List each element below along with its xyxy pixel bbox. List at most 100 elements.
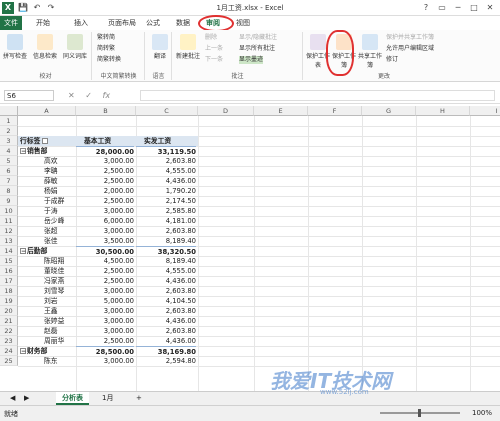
- collapse-icon[interactable]: −: [20, 248, 26, 255]
- tab-data[interactable]: 数据: [176, 18, 190, 28]
- spell-check-button[interactable]: 拼写检查: [1, 34, 29, 60]
- row-header-19[interactable]: 19: [0, 296, 18, 306]
- minimize-button[interactable]: ─: [450, 1, 466, 14]
- row-header-5[interactable]: 5: [0, 156, 18, 166]
- column-header-e[interactable]: E: [254, 106, 308, 116]
- row-header-20[interactable]: 20: [0, 306, 18, 316]
- row-header-22[interactable]: 22: [0, 326, 18, 336]
- row-header-8[interactable]: 8: [0, 186, 18, 196]
- row-header-2[interactable]: 2: [0, 126, 18, 136]
- traditional-to-simplified-button[interactable]: 繁转简: [97, 34, 115, 42]
- column-header-i[interactable]: I: [470, 106, 500, 116]
- employee-name: 王鑫: [44, 307, 58, 315]
- collapse-icon[interactable]: −: [20, 148, 26, 155]
- column-header-f[interactable]: F: [308, 106, 362, 116]
- row-header-7[interactable]: 7: [0, 176, 18, 186]
- protect-and-share-button[interactable]: 保护并共享工作簿: [386, 34, 434, 42]
- show-ink-button[interactable]: 显示墨迹: [239, 56, 264, 64]
- formula-input[interactable]: [140, 90, 495, 101]
- enter-icon[interactable]: ✓: [85, 91, 92, 100]
- column-header-a[interactable]: A: [18, 106, 76, 116]
- track-changes-button[interactable]: 修订: [386, 56, 398, 64]
- simplified-to-traditional-button[interactable]: 简转繁: [97, 45, 115, 53]
- pivot-header-row-labels[interactable]: 行标签: [20, 136, 76, 146]
- show-hide-comment-button[interactable]: 显示/隐藏批注: [239, 34, 277, 42]
- pivot-base-value: 30,500.00: [76, 246, 134, 256]
- tab-file[interactable]: 文件: [0, 16, 22, 30]
- row-header-17[interactable]: 17: [0, 276, 18, 286]
- employee-name: 张婷益: [44, 317, 65, 325]
- tab-home[interactable]: 开始: [36, 18, 50, 28]
- convert-button[interactable]: 简繁转换: [97, 56, 121, 64]
- previous-comment-button[interactable]: 上一条: [205, 45, 223, 53]
- column-header-b[interactable]: B: [76, 106, 136, 116]
- tab-page-layout[interactable]: 页面布局: [108, 18, 136, 28]
- research-button[interactable]: 信息检索: [31, 34, 59, 60]
- help-button[interactable]: ?: [418, 1, 434, 14]
- row-header-24[interactable]: 24: [0, 346, 18, 356]
- undo-icon[interactable]: ↶: [32, 3, 42, 13]
- pivot-base-value: 28,000.00: [76, 146, 134, 156]
- column-header-g[interactable]: G: [362, 106, 416, 116]
- new-comment-button[interactable]: 新建批注: [174, 34, 202, 60]
- translate-button[interactable]: 翻译: [146, 34, 174, 60]
- row-header-9[interactable]: 9: [0, 196, 18, 206]
- row-header-13[interactable]: 13: [0, 236, 18, 246]
- group-label: 批注: [231, 73, 244, 80]
- pivot-actual-value: 2,603.80: [165, 307, 196, 315]
- redo-icon[interactable]: ↷: [46, 3, 56, 13]
- filter-dropdown-icon[interactable]: [42, 138, 49, 144]
- sheet-tab-analysis[interactable]: 分析表: [56, 392, 89, 405]
- pivot-base-value: 3,000.00: [103, 317, 134, 325]
- delete-comment-button[interactable]: 删除: [205, 34, 217, 42]
- pivot-actual-value: 2,603.80: [165, 157, 196, 165]
- name-box[interactable]: S6: [4, 90, 54, 101]
- pivot-actual-value: 38,169.80: [136, 346, 196, 356]
- group-name: 销售部: [27, 147, 48, 155]
- pivot-group-label[interactable]: −销售部: [20, 146, 76, 156]
- zoom-level[interactable]: 100%: [472, 409, 492, 417]
- pivot-group-label[interactable]: −财务部: [20, 346, 76, 356]
- select-all-corner[interactable]: [0, 106, 18, 116]
- row-header-6[interactable]: 6: [0, 166, 18, 176]
- row-header-3[interactable]: 3: [0, 136, 18, 146]
- row-header-21[interactable]: 21: [0, 316, 18, 326]
- row-header-23[interactable]: 23: [0, 336, 18, 346]
- pivot-base-value: 3,000.00: [103, 307, 134, 315]
- close-button[interactable]: ✕: [482, 1, 498, 14]
- worksheet-grid[interactable]: A B C D E F G H I 1 2 3 4 5 6 7 8 9 10 11 12 13 14 15 16 17 18 19 20…: [0, 106, 500, 391]
- tab-formulas[interactable]: 公式: [146, 18, 160, 28]
- share-workbook-button[interactable]: 共享工作簿: [356, 34, 384, 69]
- row-header-11[interactable]: 11: [0, 216, 18, 226]
- pivot-group-label[interactable]: −后勤部: [20, 246, 76, 256]
- row-header-14[interactable]: 14: [0, 246, 18, 256]
- row-header-4[interactable]: 4: [0, 146, 18, 156]
- cancel-icon[interactable]: ✕: [68, 91, 75, 100]
- column-header-c[interactable]: C: [136, 106, 198, 116]
- thesaurus-button[interactable]: 同义词库: [61, 34, 89, 60]
- row-header-1[interactable]: 1: [0, 116, 18, 126]
- scroll-right-icon[interactable]: ▶: [18, 392, 35, 405]
- collapse-icon[interactable]: −: [20, 348, 26, 355]
- show-all-comments-button[interactable]: 显示所有批注: [239, 45, 275, 53]
- row-header-16[interactable]: 16: [0, 266, 18, 276]
- column-header-h[interactable]: H: [416, 106, 470, 116]
- next-comment-button[interactable]: 下一条: [205, 56, 223, 64]
- zoom-thumb[interactable]: [418, 409, 421, 417]
- row-header-25[interactable]: 25: [0, 356, 18, 366]
- add-sheet-button[interactable]: +: [130, 392, 148, 405]
- tab-view[interactable]: 视图: [236, 18, 250, 28]
- row-header-12[interactable]: 12: [0, 226, 18, 236]
- ribbon-display-button[interactable]: ▭: [434, 1, 450, 14]
- row-header-18[interactable]: 18: [0, 286, 18, 296]
- insert-function-icon[interactable]: fx: [103, 91, 111, 100]
- sheet-tab-jan[interactable]: 1月: [96, 392, 119, 405]
- tab-insert[interactable]: 插入: [74, 18, 88, 28]
- allow-edit-ranges-button[interactable]: 允许用户编辑区域: [386, 45, 434, 53]
- column-header-d[interactable]: D: [198, 106, 254, 116]
- row-header-15[interactable]: 15: [0, 256, 18, 266]
- row-header-10[interactable]: 10: [0, 206, 18, 216]
- save-icon[interactable]: 💾: [18, 3, 28, 13]
- employee-name: 于涛: [44, 207, 58, 215]
- maximize-button[interactable]: □: [466, 1, 482, 14]
